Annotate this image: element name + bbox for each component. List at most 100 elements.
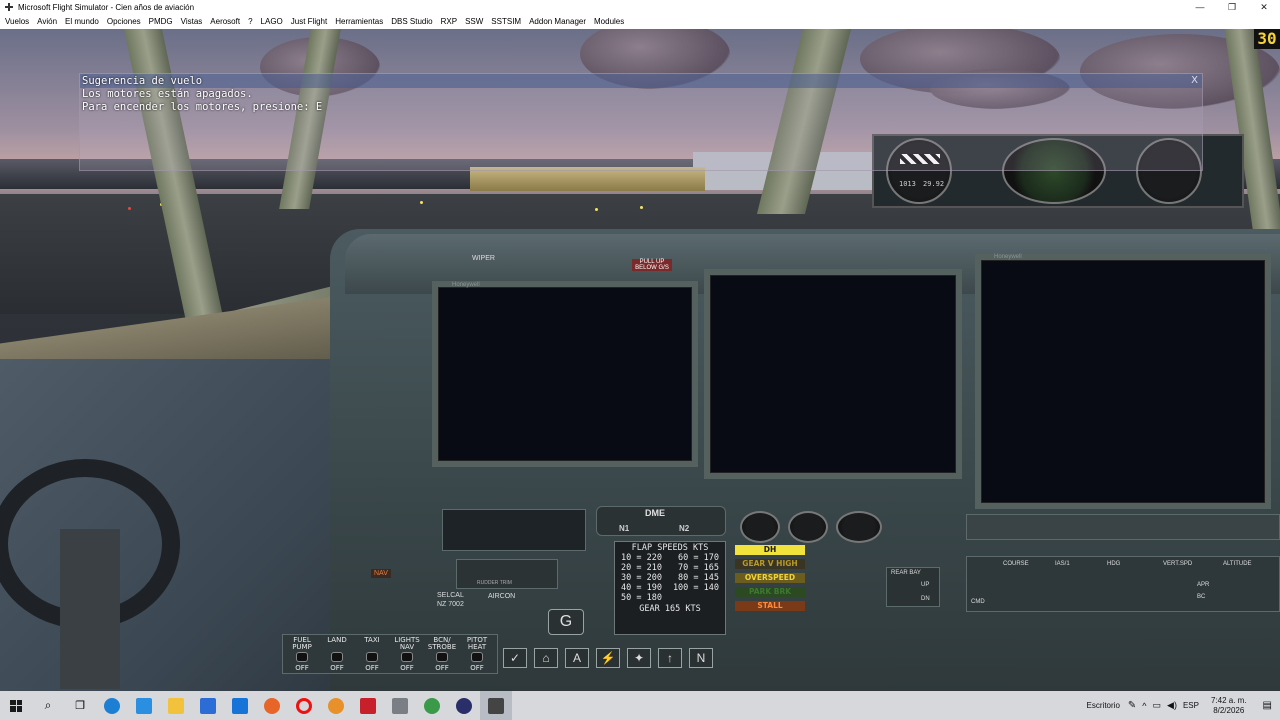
yoke-column (60, 529, 120, 689)
taskbar-app-edge[interactable] (96, 691, 128, 720)
notifications-icon[interactable]: ▤ (1263, 700, 1272, 711)
gear-icon[interactable]: ✦ (627, 648, 651, 668)
task-view-button[interactable]: ❐ (64, 691, 96, 720)
menu-item-6[interactable]: Aerosoft (210, 17, 240, 26)
runway-light (420, 201, 423, 204)
taskbar-app-firefox[interactable] (256, 691, 288, 720)
taskbar-app-mail[interactable] (224, 691, 256, 720)
toggle-switch[interactable] (401, 652, 413, 662)
arrow-up-icon[interactable]: ↑ (658, 648, 682, 668)
desktop-toolbar-label[interactable]: Escritorio (1087, 701, 1120, 710)
toggle-switch[interactable] (366, 652, 378, 662)
toggle-switch[interactable] (331, 652, 343, 662)
flap-speed-cell: 50 = 180 (621, 593, 662, 603)
start-button[interactable] (0, 691, 32, 720)
button-strip[interactable] (966, 514, 1280, 540)
taskbar-app-gray[interactable] (384, 691, 416, 720)
menu-item-14[interactable]: SSTSIM (491, 17, 521, 26)
rear-bay-panel[interactable]: REAR BAY UP DN (886, 567, 940, 607)
flap-speed-cell: 100 = 140 (672, 583, 719, 593)
flap-speed-row: 10 = 220 60 = 170 (615, 553, 725, 563)
radio-panel[interactable] (442, 509, 586, 551)
flap-gauge (740, 511, 780, 543)
taskbar-app-red[interactable] (352, 691, 384, 720)
runway-light (128, 207, 131, 210)
language-indicator[interactable]: ESP (1183, 701, 1199, 710)
menu-item-8[interactable]: LAGO (261, 17, 283, 26)
menu-item-11[interactable]: DBS Studio (391, 17, 432, 26)
pen-icon[interactable]: ✎ (1128, 700, 1136, 711)
toggle-switch[interactable] (436, 652, 448, 662)
minimize-button[interactable]: — (1184, 0, 1216, 14)
center-display (704, 269, 962, 479)
flight-tip-title: Sugerencia de vuelo (82, 75, 203, 87)
taskbar-app-globe[interactable] (416, 691, 448, 720)
check-icon[interactable]: ✓ (503, 648, 527, 668)
lightning-icon[interactable]: ⚡ (596, 648, 620, 668)
rudder-trim-label: RUDDER TRIM (477, 580, 512, 586)
airplane-icon (4, 2, 14, 12)
flap-speed-cell: 20 = 210 (621, 563, 662, 573)
runway-light (640, 206, 643, 209)
sim-viewport[interactable]: WIPER PULL UP BELOW G/S 1013 29.92 Suger… (0, 29, 1280, 691)
selcal-code: NZ 7002 (437, 601, 464, 608)
autopilot-g-icon[interactable]: G (548, 609, 584, 635)
nav-icon[interactable]: N (689, 648, 713, 668)
toggle-state: OFF (365, 664, 379, 672)
taskbar-app-store[interactable] (192, 691, 224, 720)
nav-label: NAV (371, 569, 391, 578)
menu-item-4[interactable]: PMDG (149, 17, 173, 26)
toggle-state: OFF (295, 664, 309, 672)
flight-tip-close-button[interactable]: X (1191, 75, 1198, 86)
annunciator-stall: STALL (735, 601, 805, 611)
menu-item-12[interactable]: RXP (441, 17, 457, 26)
menu-item-3[interactable]: Opciones (107, 17, 141, 26)
ap-apr-label: APR (1197, 582, 1210, 588)
chevron-up-icon[interactable]: ^ (1142, 701, 1146, 711)
flap-speeds-placard: FLAP SPEEDS KTS 10 = 220 60 = 170 20 = 210… (614, 541, 726, 635)
toggle-switch[interactable] (471, 652, 483, 662)
app: Microsoft Flight Simulator - Cien años d… (0, 0, 1280, 720)
firefox-icon (264, 697, 280, 714)
menu-item-9[interactable]: Just Flight (291, 17, 327, 26)
network-icon[interactable]: ▭ (1153, 700, 1162, 711)
pull-up-warning: PULL UP BELOW G/S (632, 259, 672, 271)
rudder-trim-panel[interactable]: RUDDER TRIM (456, 559, 558, 589)
house-icon[interactable]: ⌂ (534, 648, 558, 668)
mail-icon (232, 697, 248, 714)
taskbar-app-orange[interactable] (320, 691, 352, 720)
ap-vertspd-label: VERT.SPD (1163, 561, 1193, 567)
close-button[interactable]: ✕ (1248, 0, 1280, 14)
clock[interactable]: 7:42 a. m. 8/2/2026 (1211, 696, 1247, 716)
menu-item-0[interactable]: Vuelos (5, 17, 29, 26)
ap-course-label: COURSE (1003, 561, 1029, 567)
toggle-state: OFF (400, 664, 414, 672)
menu-item-5[interactable]: Vistas (181, 17, 203, 26)
flight-tip-header (80, 74, 1202, 88)
search-button[interactable]: ⌕ (32, 691, 64, 720)
text-icon[interactable]: A (565, 648, 589, 668)
taskbar: ⌕ ❐ Escritorio ✎ ^ ▭ ◀) ESP 7:42 a. m. 8… (0, 691, 1280, 720)
window-controls: — ❐ ✕ (1184, 0, 1280, 14)
globe-icon (424, 697, 440, 714)
menu-item-7[interactable]: ? (248, 17, 252, 26)
taskbar-app-folder[interactable] (160, 691, 192, 720)
menu-item-15[interactable]: Addon Manager (529, 17, 586, 26)
menu-item-10[interactable]: Herramientas (335, 17, 383, 26)
taskbar-app-opera[interactable] (288, 691, 320, 720)
flight-tip-line2: Para encender los motores, presione: E (82, 101, 323, 113)
menu-item-16[interactable]: Modules (594, 17, 624, 26)
taskbar-app-explorer-blue[interactable] (128, 691, 160, 720)
taskbar-app-sim[interactable] (448, 691, 480, 720)
clock-date: 8/2/2026 (1213, 705, 1245, 715)
toggle-switch[interactable] (296, 652, 308, 662)
taskbar-app-fsx-active[interactable] (480, 691, 512, 720)
menu-item-13[interactable]: SSW (465, 17, 483, 26)
menu-item-1[interactable]: Avión (37, 17, 57, 26)
window-titlebar: Microsoft Flight Simulator - Cien años d… (0, 0, 1280, 14)
menu-item-2[interactable]: El mundo (65, 17, 99, 26)
flap-speed-row: 50 = 180 (615, 593, 725, 603)
volume-icon[interactable]: ◀) (1167, 700, 1177, 711)
maximize-button[interactable]: ❐ (1216, 0, 1248, 14)
app-icon (392, 697, 408, 714)
